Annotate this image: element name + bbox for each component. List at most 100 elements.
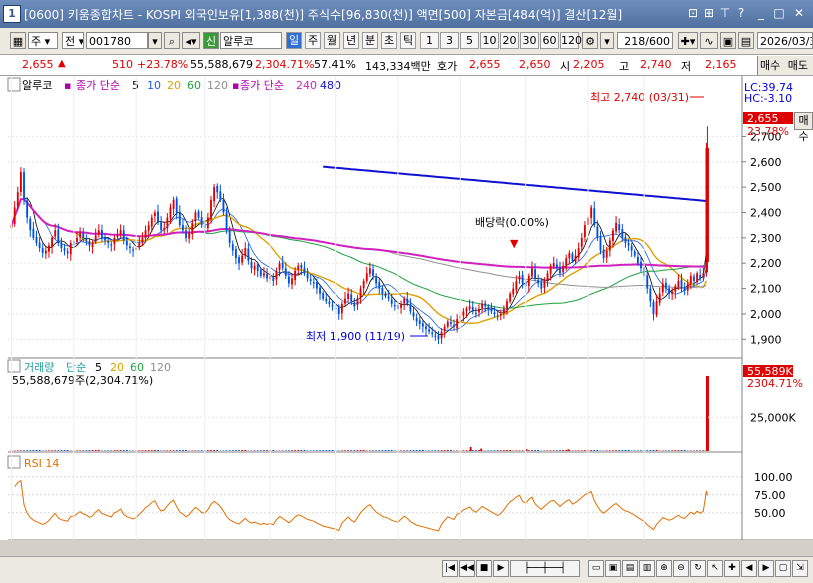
minute-button-3[interactable]: 3 <box>440 32 459 49</box>
prev-icon[interactable]: ◀◀ <box>459 560 475 577</box>
scroll-left-icon[interactable]: ◀ <box>741 560 757 577</box>
candle-body <box>547 273 549 280</box>
candle-body <box>509 294 511 302</box>
app-icon: 1 <box>3 5 21 23</box>
volume-bar <box>509 450 511 451</box>
period-button-2[interactable]: 월 <box>324 32 340 49</box>
stock-code-input[interactable]: 001780 <box>86 32 148 49</box>
zoom-in-icon[interactable]: ⊕ <box>656 560 672 577</box>
candle-body <box>562 266 564 273</box>
volume-bar <box>444 450 446 451</box>
layout-icon-2[interactable]: ▣ <box>605 560 621 577</box>
stop-icon[interactable]: ■ <box>476 560 492 577</box>
candle-body <box>618 224 620 230</box>
period-button-0[interactable]: 일 <box>286 32 302 49</box>
candle-body <box>132 250 134 251</box>
date-field[interactable]: 2026/03/3 <box>757 32 813 49</box>
expand-icon[interactable]: ⇲ <box>792 560 808 577</box>
volume-bar <box>229 450 231 451</box>
cross-icon[interactable]: ✚ <box>724 560 740 577</box>
chart-svg[interactable]: 알루코 ▪ 종가 단순 5 10 20 60 120 ▪ 종가 단순 240 4… <box>0 76 813 540</box>
current-price: 2,655 <box>22 58 54 71</box>
volume-bar <box>238 450 240 451</box>
save-icon[interactable]: ▣ <box>720 32 736 49</box>
volume-bar <box>534 450 536 451</box>
period-button-3[interactable]: 년 <box>343 32 359 49</box>
minute-button-120[interactable]: 120 <box>560 32 579 49</box>
legend-sma2-label: 종가 단순 <box>240 79 284 92</box>
minute-button-5[interactable]: 5 <box>460 32 479 49</box>
zoom-slider[interactable]: ├──┼──┤ <box>510 560 580 577</box>
tools-icon[interactable]: ✚▾ <box>678 32 698 49</box>
volume-bar <box>656 450 658 451</box>
period-button-1[interactable]: 주 <box>305 32 321 49</box>
candle-body <box>294 271 296 280</box>
menu-grid-icon[interactable]: ▦ <box>10 32 26 49</box>
minimize-icon[interactable]: _ <box>754 6 768 20</box>
minute-button-60[interactable]: 60 <box>540 32 559 49</box>
sell-label[interactable]: 매도 <box>788 59 808 72</box>
candle-body <box>247 249 249 261</box>
legend-period-480: 480 <box>320 79 341 92</box>
layout-icon-1[interactable]: ▭ <box>588 560 604 577</box>
volume-bar <box>316 450 318 451</box>
first-icon[interactable]: |◀ <box>442 560 458 577</box>
price-tick-label: 2,400 <box>750 207 782 220</box>
candle-body <box>275 271 277 280</box>
refresh-icon[interactable]: ↻ <box>690 560 706 577</box>
volume-bar <box>637 450 639 451</box>
volume-bar <box>260 450 262 451</box>
maximize-icon[interactable]: □ <box>772 6 786 20</box>
period-button-5[interactable]: 초 <box>381 32 397 49</box>
minute-button-10[interactable]: 10 <box>480 32 499 49</box>
minute-button-20[interactable]: 20 <box>500 32 519 49</box>
volume-bar <box>578 450 580 451</box>
market-select[interactable]: 주 ▾ <box>28 32 58 49</box>
candle-body <box>413 312 415 316</box>
code-dropdown-icon[interactable]: ▾ <box>148 32 162 49</box>
fit-icon[interactable]: ▢ <box>775 560 791 577</box>
volume-bar <box>537 450 539 451</box>
pin-icon[interactable]: ⊤ <box>718 6 732 20</box>
indicator-icon[interactable]: ∿ <box>700 32 718 49</box>
candle-body <box>207 218 209 229</box>
search-icon[interactable]: ⌕ <box>164 32 180 49</box>
volume-bar <box>138 450 140 451</box>
volume-bar <box>559 450 561 451</box>
volume-bar <box>363 450 365 451</box>
volume-bar <box>179 450 181 451</box>
next-icon[interactable]: ▶ <box>493 560 509 577</box>
period-dropdown-icon[interactable]: ▾ <box>600 32 614 49</box>
count-field[interactable]: 218/600 <box>617 32 673 49</box>
volume-bar <box>497 450 499 451</box>
help-icon[interactable]: ? <box>734 6 748 20</box>
period-button-6[interactable]: 틱 <box>400 32 416 49</box>
lock-icon[interactable]: ⊡ <box>686 6 700 20</box>
candle-body <box>95 235 97 241</box>
layout-icon-4[interactable]: ▥ <box>639 560 655 577</box>
minute-button-30[interactable]: 30 <box>520 32 539 49</box>
pointer-icon[interactable]: ↖ <box>707 560 723 577</box>
buy-button[interactable]: 매수 <box>794 112 813 130</box>
candle-body <box>484 303 486 306</box>
volume-bar <box>391 450 393 451</box>
volume-bar <box>702 450 704 451</box>
settings-icon[interactable]: ⚙ <box>582 32 598 49</box>
buy-label[interactable]: 매수 <box>760 59 780 72</box>
candle-body <box>138 243 140 247</box>
stock-name-field[interactable]: 알루코 <box>220 32 282 49</box>
close-icon[interactable]: ✕ <box>792 6 806 20</box>
scroll-right-icon[interactable]: ▶ <box>758 560 774 577</box>
calendar-icon[interactable]: ▤ <box>738 32 754 49</box>
grid-icon[interactable]: ⊞ <box>702 6 716 20</box>
period-button-4[interactable]: 분 <box>362 32 378 49</box>
volume-bar <box>606 450 608 451</box>
candle-body <box>438 335 440 339</box>
zoom-out-icon[interactable]: ⊖ <box>673 560 689 577</box>
kind-select[interactable]: 전 ▾ <box>62 32 84 49</box>
layout-icon-3[interactable]: ▤ <box>622 560 638 577</box>
chart-area[interactable]: 알루코 ▪ 종가 단순 5 10 20 60 120 ▪ 종가 단순 240 4… <box>0 76 813 540</box>
candle-body <box>210 200 212 219</box>
minute-button-1[interactable]: 1 <box>420 32 439 49</box>
speaker-icon[interactable]: ◂▾ <box>182 32 200 49</box>
